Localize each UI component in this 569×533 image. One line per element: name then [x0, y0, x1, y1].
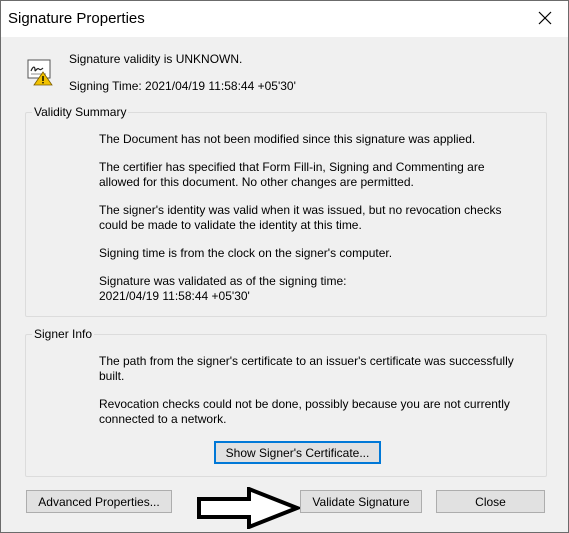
close-button[interactable]: Close	[436, 490, 545, 513]
signer-info-group: Signer Info The path from the signer's c…	[25, 327, 547, 477]
validate-signature-button[interactable]: Validate Signature	[300, 490, 422, 513]
arrow-right-icon	[197, 487, 301, 529]
validity-summary-label: Validity Summary	[32, 105, 129, 119]
summary-paragraph: The certifier has specified that Form Fi…	[99, 160, 485, 189]
title-bar: Signature Properties	[1, 1, 568, 37]
show-signers-certificate-button[interactable]: Show Signer's Certificate...	[214, 441, 381, 464]
dialog-title: Signature Properties	[8, 10, 145, 27]
summary-paragraph: Signature was validated as of the signin…	[99, 274, 347, 288]
signature-validity-text: Signature validity is UNKNOWN.	[69, 52, 243, 66]
signature-properties-dialog: Signature Properties Signature validity …	[0, 0, 569, 533]
signer-info-label: Signer Info	[32, 327, 95, 341]
advanced-properties-button[interactable]: Advanced Properties...	[26, 490, 172, 513]
signing-time-text: Signing Time: 2021/04/19 11:58:44 +05'30…	[69, 79, 296, 93]
summary-paragraph: The signer's identity was valid when it …	[99, 203, 502, 232]
signer-info-paragraph: Revocation checks could not be done, pos…	[99, 397, 510, 426]
validity-summary-group: Validity Summary The Document has not be…	[25, 105, 547, 317]
close-icon	[538, 11, 552, 25]
signature-warning-icon	[27, 59, 53, 86]
validated-time-text: 2021/04/19 11:58:44 +05'30'	[99, 289, 250, 303]
signer-info-paragraph: The path from the signer's certificate t…	[99, 354, 514, 383]
close-window-button[interactable]	[522, 1, 568, 35]
summary-paragraph: Signing time is from the clock on the si…	[99, 246, 393, 260]
summary-paragraph: The Document has not been modified since…	[99, 132, 476, 146]
